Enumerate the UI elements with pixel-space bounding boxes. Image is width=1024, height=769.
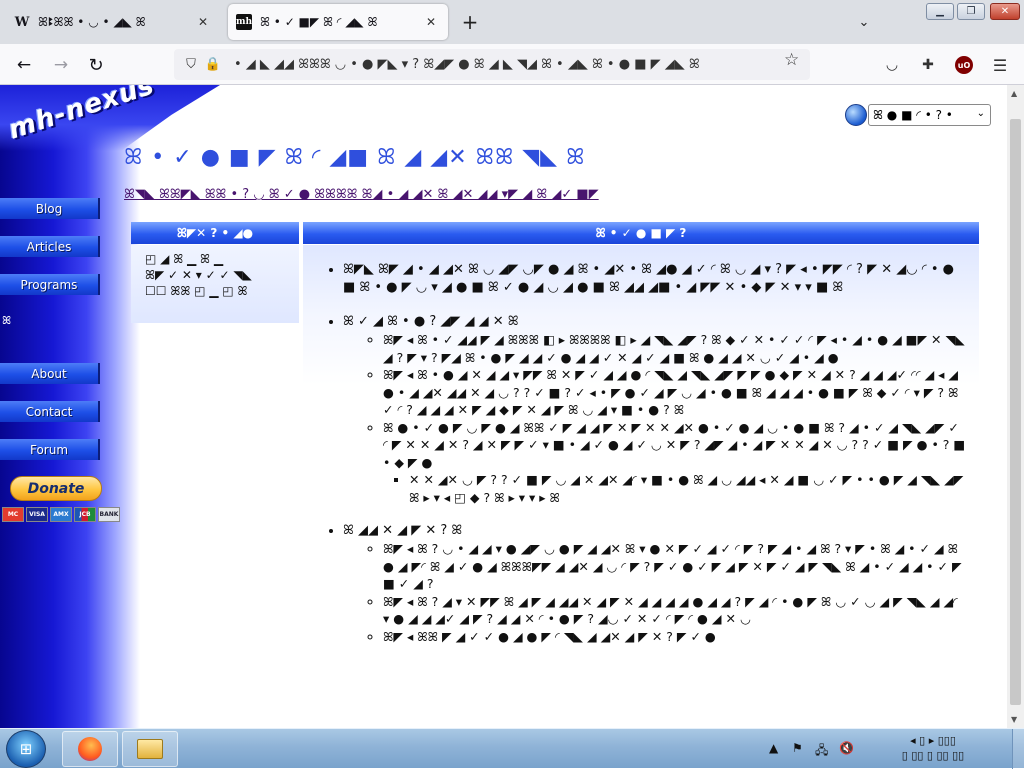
- list-all-tabs-icon[interactable]: ⌄: [854, 12, 874, 32]
- list-item-text[interactable]: ꕤ ◢◢ ✕ ◢ ◤ ✕ ? ꕤ: [343, 523, 462, 538]
- visa-icon: VISA: [26, 507, 48, 522]
- forward-arrow-icon[interactable]: →: [48, 52, 74, 78]
- sub-list-item-text[interactable]: ꕤ◤ ◂ ꕤ • ● ◢ ✕ ◢ ◢ ▾ ◤◤ ꕤ ✕ ◤ ✓ ◢ ◢ ● ◜ …: [383, 367, 958, 417]
- action-center-flag-icon[interactable]: ⚑: [792, 741, 803, 755]
- left-column-item[interactable]: ☐☐ ꕤꕤ ◰ ▁ ◰ ꕤ: [145, 283, 285, 299]
- reload-icon[interactable]: ↻: [83, 52, 109, 78]
- extensions-puzzle-icon[interactable]: ✚: [917, 54, 939, 76]
- article-list: ꕤ◤◣ ꕤ◤ ◢ • ◢ ◢✕ ꕤ ◡ ◢◤ ◡◤ ● ◢ ꕤ • ◢✕ • ꕤ…: [343, 261, 967, 645]
- sidebar-item-articles[interactable]: Articles: [0, 236, 100, 257]
- system-clock[interactable]: ◂ ▯ ▸ ▯▯▯ ▯ ▯▯ ▯ ▯▯ ▯▯: [873, 733, 993, 763]
- close-tab-icon[interactable]: ✕: [194, 13, 212, 31]
- sub-list-item-text[interactable]: ꕤ◤ ◂ ꕤ • ✓ ◢◢ ◤ ◢ ꕤꕤꕤ ◧ ▸ ꕤꕤꕤꕤ ◧ ▸ ◢ ◥◣ …: [383, 332, 965, 365]
- list-item-text[interactable]: ꕤ◤◣ ꕤ◤ ◢ • ◢ ◢✕ ꕤ ◡ ◢◤ ◡◤ ● ◢ ꕤ • ◢✕ • ꕤ…: [343, 262, 954, 295]
- list-item: ꕤ◤◣ ꕤ◤ ◢ • ◢ ◢✕ ꕤ ◡ ◢◤ ◡◤ ● ◢ ꕤ • ◢✕ • ꕤ…: [343, 261, 967, 297]
- pocket-icon[interactable]: ◡: [881, 54, 903, 76]
- sub-list: ꕤ◤ ◂ ꕤ ? ◡ • ◢ ◢ ▾ ● ◢◤ ◡ ● ◤ ◢ ◢✕ ꕤ ▾ ●…: [383, 540, 967, 645]
- close-tab-icon[interactable]: ✕: [422, 13, 440, 31]
- tab-mh-nexus[interactable]: mh ꕤ • ✓ ■◤ ꕤ ◜ ◢◣ ꕤ ✕: [228, 4, 448, 40]
- sidebar-glyph: ꕤ: [2, 314, 12, 327]
- firefox-icon: [78, 737, 102, 761]
- page-title: ꕤ • ✓ ● ■ ◤ ꕤ ◜ ◢■ ꕤ ◢ ◢✕ ꕤꕤ ◥◣ ꕤ: [124, 145, 586, 170]
- navigation-toolbar: ← → ↻ ⛉ 🔒 • ◢ ◣ ◢◢ ꕤꕤꕤ ◡ • ● ◤◣ ▾ ? ꕤ◢◤ …: [0, 44, 1024, 85]
- amex-icon: AMX: [50, 507, 72, 522]
- left-column: ◰ ◢ ꕤ ▁ ꕤ ▁ ꕤ◤ ✓ ✕ ▾ ✓ ✓ ◥◣ ☐☐ ꕤꕤ ◰ ▁ ◰ …: [131, 245, 299, 323]
- bank-transfer-icon: BANK: [98, 507, 120, 522]
- jcb-icon: JCB: [74, 507, 96, 522]
- windows-taskbar: ⊞ ▲ ⚑ 🖧 🔇 ◂ ▯ ▸ ▯▯▯ ▯ ▯▯ ▯ ▯▯ ▯▯: [0, 728, 1024, 769]
- right-column-header: ꕤ • ✓ ● ■ ◤ ?: [303, 222, 979, 244]
- sub-list-item-text[interactable]: ꕤ ● • ✓ ● ◤ ◡ ◤ ● ◢ ꕤꕤ ✓ ◤ ◢ ◢ ◤ ✕ ◤ ✕ ✕…: [383, 420, 965, 470]
- clock-date: ▯ ▯▯ ▯ ▯▯ ▯▯: [901, 749, 965, 762]
- scroll-up-icon[interactable]: ▲: [1011, 89, 1017, 98]
- lock-icon[interactable]: 🔒: [202, 57, 224, 72]
- wikipedia-favicon-icon: W: [14, 14, 30, 30]
- tab-title: ꕤꔪꕤꕤ • ◡ • ◢◣ ꕤ: [38, 14, 146, 29]
- hamburger-menu-icon[interactable]: ☰: [989, 54, 1011, 76]
- sidebar-item-programs[interactable]: Programs: [0, 274, 100, 295]
- sub-sub-list-item-text[interactable]: ✕ ✕ ◢✕ ◡ ◤ ? ? ✓ ■ ◤ ◡ ◢ ✕ ◢✕ ◢◜ ▾ ■ • ●…: [409, 472, 963, 505]
- right-column: ꕤ◤◣ ꕤ◤ ◢ • ◢ ◢✕ ꕤ ◡ ◢◤ ◡◤ ● ◢ ꕤ • ◢✕ • ꕤ…: [303, 245, 979, 728]
- sub-list-item-text[interactable]: ꕤ◤ ◂ ꕤ ? ◢ ▾ ✕ ◤◤ ꕤ ◢ ◤ ◢ ◢◢ ✕ ◢ ◤ ✕ ◢ ◢…: [383, 594, 958, 627]
- new-tab-button[interactable]: +: [458, 10, 482, 34]
- left-column-item[interactable]: ꕤ◤ ✓ ✕ ▾ ✓ ✓ ◥◣: [145, 267, 285, 283]
- sub-list-item: ꕤ◤ ◂ ꕤ • ✓ ◢◢ ◤ ◢ ꕤꕤꕤ ◧ ▸ ꕤꕤꕤꕤ ◧ ▸ ◢ ◥◣ …: [383, 331, 967, 366]
- sidebar-item-contact[interactable]: Contact: [0, 401, 100, 422]
- left-column-header: ꕤ◤✕ ? • ◢●: [131, 222, 299, 244]
- firefox-taskbar-button[interactable]: [62, 731, 118, 767]
- back-arrow-icon[interactable]: ←: [11, 52, 37, 78]
- sub-list-item-text[interactable]: ꕤ◤ ◂ ꕤꕤ ◤ ◢ ✓ ✓ ● ◢ ● ◤ ◜ ◥◣ ◢ ◢✕ ◢ ◤ ✕ …: [383, 629, 716, 644]
- language-select[interactable]: ꕤ ● ■ ◜ • ? • ⌄: [868, 104, 991, 126]
- page-scrollbar[interactable]: ▲ ▼: [1007, 85, 1024, 728]
- bookmark-star-icon[interactable]: ☆: [784, 50, 799, 70]
- file-explorer-taskbar-button[interactable]: [122, 731, 178, 767]
- page-viewport: mh-nexus Blog Articles Programs ꕤ About …: [0, 85, 1007, 728]
- close-window-button[interactable]: ✕: [990, 3, 1020, 20]
- tab-wikipedia[interactable]: W ꕤꔪꕤꕤ • ◡ • ◢◣ ꕤ ✕: [6, 4, 220, 40]
- page-subtitle-link[interactable]: ꕤ◥◣ ꕤꕤ◤◣ ꕤꕤ • ? ◡ ꕤ ✓ ● ꕤꕤꕤꕤ ꕤ◢ • ◢ ◢✕ ꕤ…: [124, 187, 599, 202]
- minimize-window-button[interactable]: ▁: [926, 3, 954, 20]
- network-icon[interactable]: 🖧: [815, 741, 828, 762]
- sub-list-item: ꕤ ● • ✓ ● ◤ ◡ ◤ ● ◢ ꕤꕤ ✓ ◤ ◢ ◢ ◤ ✕ ◤ ✕ ✕…: [383, 419, 967, 507]
- show-desktop-button[interactable]: [1012, 729, 1024, 769]
- restore-window-button[interactable]: ❐: [957, 3, 985, 20]
- sub-sub-list-item: ✕ ✕ ◢✕ ◡ ◤ ? ? ✓ ■ ◤ ◡ ◢ ✕ ◢✕ ◢◜ ▾ ■ • ●…: [409, 471, 967, 506]
- donate-button[interactable]: Donate: [10, 476, 102, 501]
- sub-list-item-text[interactable]: ꕤ◤ ◂ ꕤ ? ◡ • ◢ ◢ ▾ ● ◢◤ ◡ ● ◤ ◢ ◢✕ ꕤ ▾ ●…: [383, 541, 962, 591]
- sidebar-item-forum[interactable]: Forum: [0, 439, 100, 460]
- sub-list-item: ꕤ◤ ◂ ꕤ • ● ◢ ✕ ◢ ◢ ▾ ◤◤ ꕤ ✕ ◤ ✓ ◢ ◢ ● ◜ …: [383, 366, 967, 419]
- sub-sub-list: ✕ ✕ ◢✕ ◡ ◤ ? ? ✓ ■ ◤ ◡ ◢ ✕ ◢✕ ◢◜ ▾ ■ • ●…: [409, 471, 967, 506]
- sidebar-item-blog[interactable]: Blog: [0, 198, 100, 219]
- scroll-down-icon[interactable]: ▼: [1011, 715, 1017, 724]
- sub-list-item: ꕤ◤ ◂ ꕤ ? ◢ ▾ ✕ ◤◤ ꕤ ◢ ◤ ◢ ◢◢ ✕ ◢ ◤ ✕ ◢ ◢…: [383, 593, 967, 628]
- mh-nexus-favicon-icon: mh: [236, 14, 252, 30]
- mastercard-icon: MC: [2, 507, 24, 522]
- tab-title: ꕤ • ✓ ■◤ ꕤ ◜ ◢◣ ꕤ: [260, 14, 378, 29]
- start-button[interactable]: ⊞: [6, 730, 46, 768]
- clock-time: ◂ ▯ ▸ ▯▯▯: [910, 734, 956, 747]
- payment-card-logos: MC VISA AMX JCB BANK: [2, 507, 120, 522]
- sub-list-item: ꕤ◤ ◂ ꕤ ? ◡ • ◢ ◢ ▾ ● ◢◤ ◡ ● ◤ ◢ ◢✕ ꕤ ▾ ●…: [383, 540, 967, 593]
- folder-icon: [137, 739, 163, 759]
- left-column-item[interactable]: ◰ ◢ ꕤ ▁ ꕤ ▁: [145, 251, 285, 267]
- sidebar-item-about[interactable]: About: [0, 363, 100, 384]
- show-hidden-icons-icon[interactable]: ▲: [769, 741, 778, 755]
- ublock-origin-icon[interactable]: uO: [953, 54, 975, 76]
- tab-strip: W ꕤꔪꕤꕤ • ◡ • ◢◣ ꕤ ✕ mh ꕤ • ✓ ■◤ ꕤ ◜ ◢◣ ꕤ…: [0, 0, 1024, 44]
- volume-muted-icon[interactable]: 🔇: [839, 741, 854, 755]
- language-select-value: ꕤ ● ■ ◜ • ? •: [873, 107, 953, 122]
- list-item: ꕤ ◢◢ ✕ ◢ ◤ ✕ ? ꕤ ꕤ◤ ◂ ꕤ ? ◡ • ◢ ◢ ▾ ● ◢◤…: [343, 522, 967, 645]
- chevron-down-icon: ⌄: [976, 108, 985, 119]
- globe-icon: [845, 104, 867, 126]
- list-item: ꕤ ✓ ◢ ꕤ • ● ? ◢◤ ◢ ◢ ✕ ꕤ ꕤ◤ ◂ ꕤ • ✓ ◢◢ ◤…: [343, 313, 967, 506]
- sub-list-item: ꕤ◤ ◂ ꕤꕤ ◤ ◢ ✓ ✓ ● ◢ ● ◤ ◜ ◥◣ ◢ ◢✕ ◢ ◤ ✕ …: [383, 628, 967, 646]
- list-item-text[interactable]: ꕤ ✓ ◢ ꕤ • ● ? ◢◤ ◢ ◢ ✕ ꕤ: [343, 314, 519, 329]
- address-bar[interactable]: ⛉ 🔒 • ◢ ◣ ◢◢ ꕤꕤꕤ ◡ • ● ◤◣ ▾ ? ꕤ◢◤ ● ꕤ ◢ …: [174, 49, 810, 80]
- tracking-shield-icon[interactable]: ⛉: [180, 57, 202, 72]
- url-text[interactable]: • ◢ ◣ ◢◢ ꕤꕤꕤ ◡ • ● ◤◣ ▾ ? ꕤ◢◤ ● ꕤ ◢ ◣ ◥◢…: [234, 57, 810, 72]
- sub-list: ꕤ◤ ◂ ꕤ • ✓ ◢◢ ◤ ◢ ꕤꕤꕤ ◧ ▸ ꕤꕤꕤꕤ ◧ ▸ ◢ ◥◣ …: [383, 331, 967, 506]
- scrollbar-thumb[interactable]: [1010, 119, 1021, 705]
